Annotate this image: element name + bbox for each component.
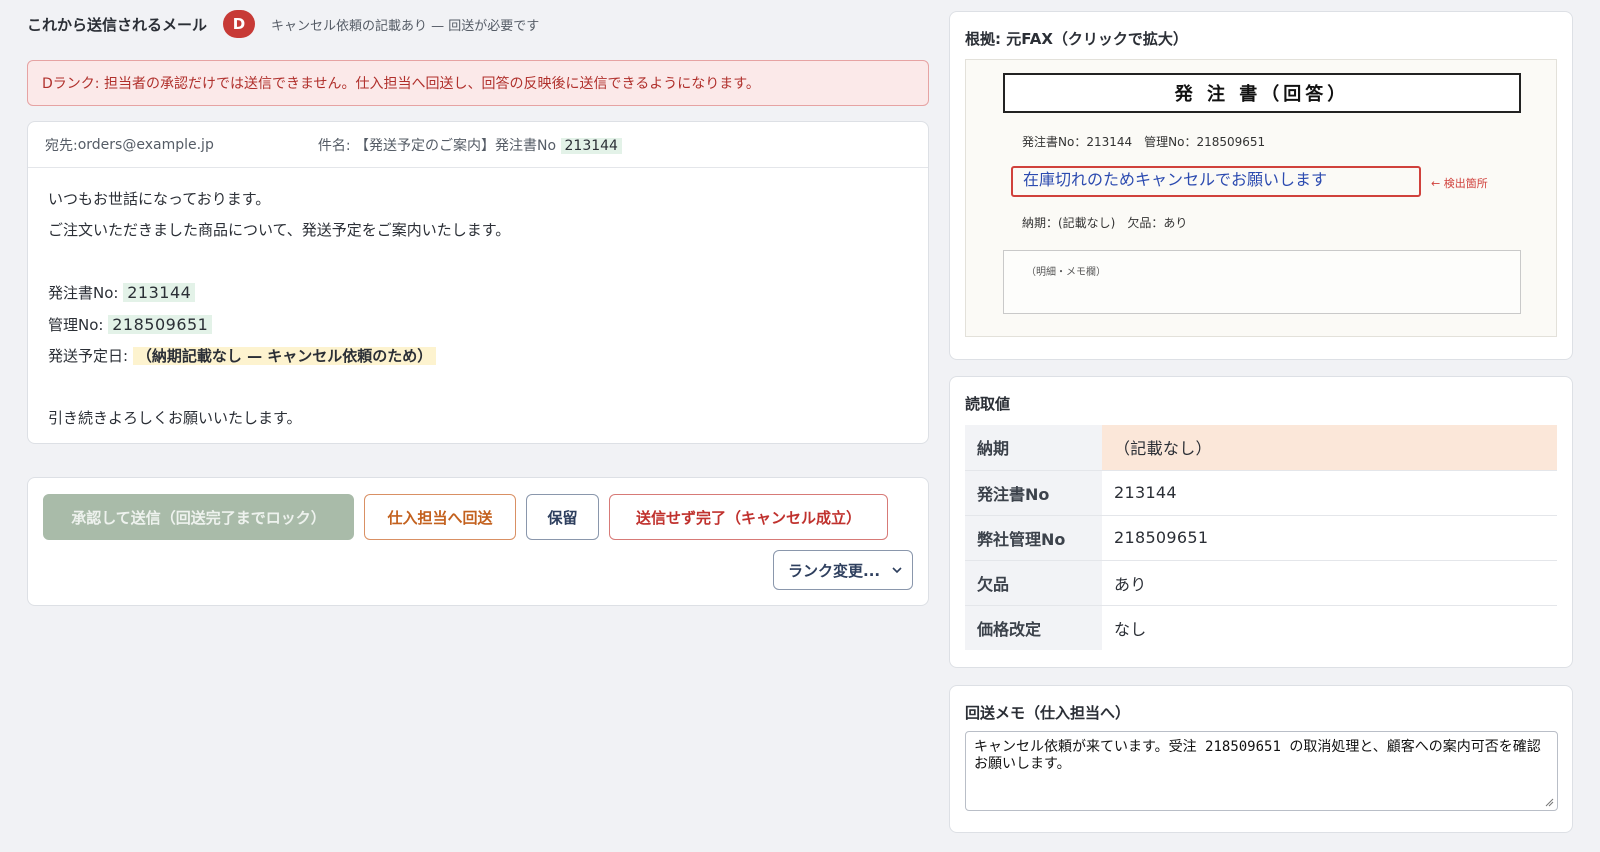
table-row: 弊社管理No 218509651 (965, 515, 1557, 561)
to-label: 宛先: (45, 137, 78, 154)
mgmt-value: 218509651 (108, 315, 213, 334)
fax-doc-title: 発 注 書（回答） (1003, 73, 1521, 113)
reading-label: 弊社管理No (965, 515, 1102, 561)
subject-line: 件名: 【発送予定のご案内】発注書No 213144 (318, 135, 622, 155)
preview-header: これから送信されるメール D キャンセル依頼の記載あり — 回送が必要です (27, 10, 539, 38)
rank-note: キャンセル依頼の記載あり — 回送が必要です (271, 18, 540, 34)
hold-button[interactable]: 保留 (526, 494, 599, 540)
fax-panel-title: 根拠: 元FAX（クリックで拡大） (965, 30, 1188, 48)
rank-badge: D (223, 10, 256, 38)
reading-value: 213144 (1102, 470, 1557, 516)
subject-prefix: 【発送予定のご案内】発注書No (355, 137, 557, 154)
fax-memo-box: （明細・メモ欄） (1003, 250, 1521, 314)
mgmt-label: 管理No: (48, 316, 104, 334)
fax-evidence-panel: 根拠: 元FAX（クリックで拡大） 発 注 書（回答） 発注書No：213144… (949, 11, 1573, 360)
fax-meta-line: 納期：(記載なし) 欠品：あり (1022, 216, 1188, 230)
subject-label: 件名: (317, 137, 356, 154)
reading-value: 218509651 (1102, 515, 1557, 561)
closing-line: 引き続きよろしくお願いいたします。 (48, 409, 302, 427)
fax-id-line: 発注書No：213144 管理No：218509651 (1022, 135, 1266, 149)
mail-header: 宛先: orders@example.jp 件名: 【発送予定のご案内】発注書N… (28, 122, 928, 168)
greeting-line-2: ご注文いただきました商品について、発送予定をご案内いたします。 (48, 221, 511, 239)
chevron-down-icon (892, 567, 902, 574)
fax-detected-region: 在庫切れのためキャンセルでお願いします (1011, 166, 1421, 197)
reading-value: あり (1102, 560, 1557, 606)
resize-grip-icon[interactable] (1544, 797, 1554, 807)
complete-without-send-button[interactable]: 送信せず完了（キャンセル成立） (609, 494, 888, 540)
table-row: 納期 （記載なし） (965, 425, 1557, 471)
action-bar: 承認して送信（回送完了までロック） 仕入担当へ回送 保留 送信せず完了（キャンセ… (27, 477, 929, 606)
ship-date-label: 発送予定日: (48, 347, 129, 365)
readings-panel-title: 読取値 (965, 395, 1011, 413)
po-label: 発注書No: (48, 284, 119, 302)
page-title: これから送信されるメール (27, 15, 208, 34)
fax-image[interactable]: 発 注 書（回答） 発注書No：213144 管理No：218509651 在庫… (965, 59, 1557, 337)
reading-label: 価格改定 (965, 605, 1102, 650)
subject-po-number: 213144 (560, 137, 622, 154)
return-to-purchasing-button[interactable]: 仕入担当へ回送 (364, 494, 516, 540)
return-memo-textarea[interactable]: キャンセル依頼が来ています。受注 218509651 の取消処理と、顧客への案内… (965, 731, 1558, 811)
return-memo-panel: 回送メモ（仕入担当へ） キャンセル依頼が来ています。受注 218509651 の… (949, 685, 1573, 833)
return-memo-title: 回送メモ（仕入担当へ） (965, 704, 1131, 722)
to-address: orders@example.jp (77, 136, 214, 153)
greeting-line-1: いつもお世話になっております。 (48, 190, 271, 208)
table-row: 欠品 あり (965, 560, 1557, 606)
ship-date-line: 発送予定日: （納期記載なし — キャンセル依頼のため） (48, 341, 908, 372)
mail-body: いつもお世話になっております。 ご注文いただきました商品について、発送予定をご案… (28, 168, 928, 450)
fax-detected-tag: ← 検出箇所 (1431, 177, 1488, 190)
table-row: 発注書No 213144 (965, 470, 1557, 516)
mail-preview-card: 宛先: orders@example.jp 件名: 【発送予定のご案内】発注書N… (27, 121, 929, 444)
readings-table: 納期 （記載なし） 発注書No 213144 弊社管理No 218509651 … (965, 425, 1557, 650)
rank-d-alert: Dランク: 担当者の承認だけでは送信できません。仕入担当へ回送し、回答の反映後に… (27, 60, 929, 106)
reading-label: 納期 (965, 425, 1102, 471)
mgmt-line: 管理No: 218509651 (48, 309, 908, 341)
reading-value: なし (1114, 619, 1147, 639)
reading-label: 発注書No (965, 470, 1102, 516)
po-value: 213144 (123, 283, 196, 302)
ship-date-value: （納期記載なし — キャンセル依頼のため） (132, 347, 437, 365)
table-row: 価格改定 なし (965, 605, 1557, 650)
reading-label: 欠品 (965, 560, 1102, 606)
rank-change-label: ランク変更... (788, 561, 881, 580)
rank-change-select[interactable]: ランク変更... (773, 550, 913, 590)
fax-memo-label: （明細・メモ欄） (1026, 267, 1106, 278)
po-line: 発注書No: 213144 (48, 277, 908, 309)
approve-send-button[interactable]: 承認して送信（回送完了までロック） (43, 494, 354, 540)
readings-panel: 読取値 納期 （記載なし） 発注書No 213144 弊社管理No 218509… (949, 376, 1573, 668)
reading-value: （記載なし） (1102, 425, 1557, 471)
